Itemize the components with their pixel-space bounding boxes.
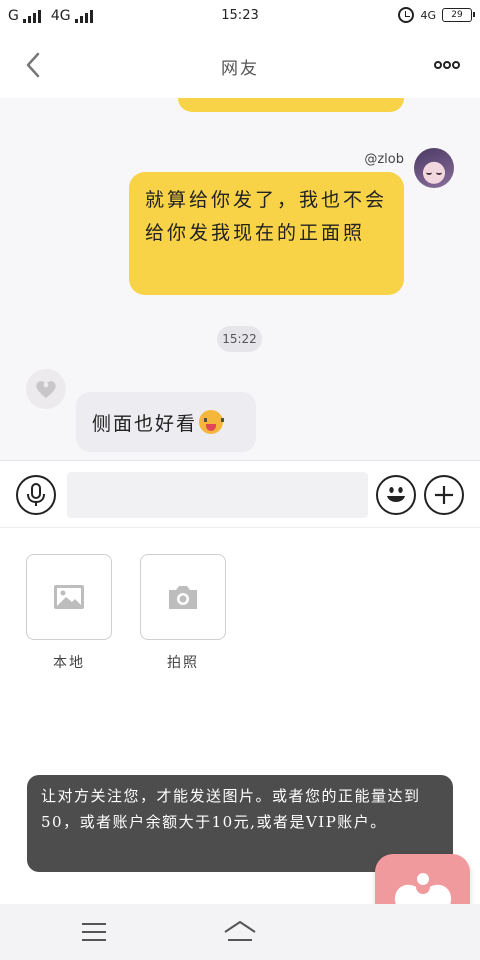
take-photo-label: 拍照: [167, 655, 199, 671]
my-handle: @zlob: [364, 152, 404, 167]
home-button[interactable]: [222, 918, 258, 946]
my-avatar[interactable]: [414, 148, 454, 188]
camera-icon: [169, 586, 197, 609]
emoji-button[interactable]: [376, 475, 416, 515]
my-message-bubble[interactable]: 就算给你发了，我也不会给你发我现在的正面照: [129, 172, 404, 295]
input-bar: [0, 460, 480, 528]
plus-icon: [435, 486, 453, 504]
page-title: 网友: [221, 59, 259, 79]
more-button[interactable]: [432, 52, 462, 78]
battery-icon: 29: [442, 8, 475, 22]
menu-line: [82, 931, 106, 933]
status-bar: G 4G 15:23 4G 29: [0, 0, 480, 32]
battery-level: 29: [451, 10, 463, 20]
chat-header: 网友: [0, 32, 480, 98]
other-message-bubble[interactable]: 侧面也好看: [76, 392, 256, 452]
voice-button[interactable]: [16, 475, 56, 515]
heart-icon: [36, 381, 56, 398]
image-icon: [54, 585, 84, 609]
message-bubble-previous: [178, 98, 404, 112]
smiley-icon: [387, 487, 405, 502]
network-label: 4G: [420, 8, 436, 22]
menu-line: [82, 939, 106, 941]
local-album-label: 本地: [53, 655, 85, 671]
status-right: 4G 29: [398, 7, 475, 23]
local-album-button[interactable]: [26, 554, 112, 640]
tongue-out-emoji-icon: [199, 410, 225, 434]
menu-button[interactable]: [80, 920, 108, 944]
system-nav-bar: [0, 904, 480, 960]
chat-area[interactable]: @zlob 就算给你发了，我也不会给你发我现在的正面照 15:22 侧面也好看: [0, 98, 480, 460]
menu-line: [82, 923, 106, 925]
more-horizontal-icon: [434, 61, 460, 69]
home-icon: [224, 921, 256, 941]
time-separator: 15:22: [217, 326, 262, 352]
more-actions-button[interactable]: [424, 475, 464, 515]
alarm-icon: [398, 7, 415, 23]
message-input[interactable]: [67, 472, 368, 518]
other-avatar[interactable]: [26, 369, 66, 409]
take-photo-button[interactable]: [140, 554, 226, 640]
microphone-icon: [27, 483, 45, 506]
other-message-text: 侧面也好看: [92, 412, 198, 435]
